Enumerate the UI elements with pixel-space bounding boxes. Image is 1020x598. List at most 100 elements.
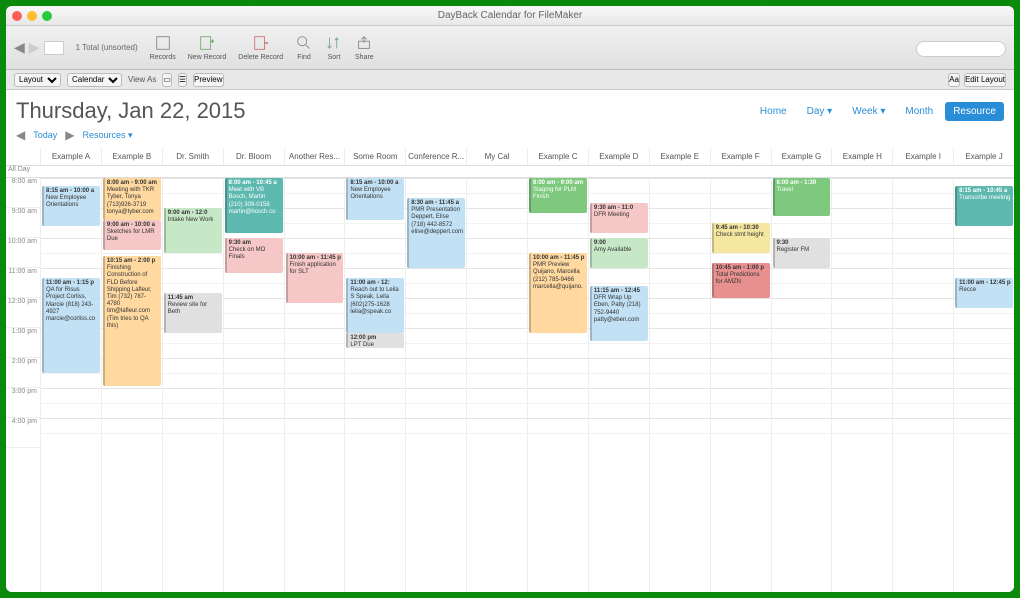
- column-header[interactable]: Example J: [953, 148, 1014, 165]
- calendar-event[interactable]: 10:15 am - 2:00 pFinishing Construction …: [103, 256, 161, 386]
- day-link[interactable]: Day ▾: [799, 102, 841, 121]
- calendar-event[interactable]: 8:00 am - 9:00 amStaging for PLM Finish: [529, 178, 587, 213]
- column-header[interactable]: Example H: [831, 148, 892, 165]
- resource-column[interactable]: 8:15 am - 10:45 aTranscribe meeting 11:00…: [953, 178, 1014, 592]
- sub-nav: ◀ Today ▶ Resources ▾: [6, 126, 1014, 148]
- calendar-event[interactable]: 12:00 pmLPT Due: [346, 333, 404, 348]
- resource-column[interactable]: [831, 178, 892, 592]
- column-header[interactable]: Example A: [40, 148, 101, 165]
- records-button[interactable]: Records: [150, 34, 176, 61]
- resource-column[interactable]: 8:00 am - 9:00 amStaging for PLM Finish 1…: [527, 178, 588, 592]
- new-record-button[interactable]: New Record: [188, 34, 227, 61]
- column-header[interactable]: Example G: [771, 148, 832, 165]
- resource-column[interactable]: 8:15 am - 10:00 aNew Employee Orientatio…: [344, 178, 405, 592]
- column-header[interactable]: Example C: [527, 148, 588, 165]
- calendar-event[interactable]: 11:15 am - 12:45DFR Wrap Up Eben, Patty …: [590, 286, 648, 341]
- next-arrow-icon[interactable]: ▶: [65, 128, 74, 142]
- column-header[interactable]: Another Res...: [284, 148, 345, 165]
- calendar-event[interactable]: 8:00 am - 1:30Travel: [773, 178, 831, 216]
- calendar-event[interactable]: 9:00 am - 12:0Intake New Work: [164, 208, 222, 253]
- preview-button[interactable]: Preview: [193, 73, 223, 87]
- resource-column[interactable]: 9:30 am - 11:0DFR Meeting 9:00Amy Availab…: [588, 178, 649, 592]
- calendar-event[interactable]: 10:00 am - 11:45 pPMR Preview Quijano, M…: [529, 253, 587, 333]
- column-header[interactable]: Example E: [649, 148, 710, 165]
- column-header[interactable]: Example B: [101, 148, 162, 165]
- column-header[interactable]: Dr. Smith: [162, 148, 223, 165]
- calendar-event[interactable]: 9:00 am - 10:00 aSketches for LMR Due: [103, 220, 161, 250]
- calendar-event[interactable]: 11:00 am - 12:45 pRecce: [955, 278, 1013, 308]
- column-header[interactable]: My Cal: [466, 148, 527, 165]
- calendar-event[interactable]: 11:00 am - 12:Reach out to Leila S Speak…: [346, 278, 404, 333]
- resource-column[interactable]: 8:00 am - 1:30Travel 9:30Register FM: [771, 178, 832, 592]
- calendar-event[interactable]: 8:00 am - 9:00 amMeeting with TKR Tyber,…: [103, 178, 161, 220]
- time-slot: 4:00 pm: [6, 418, 40, 448]
- time-slot: 10:00 am: [6, 238, 40, 268]
- sort-button[interactable]: Sort: [325, 34, 343, 61]
- app-window: DayBack Calendar for FileMaker ◀ ▶ 1 Tot…: [6, 6, 1014, 592]
- column-header[interactable]: Conference R...: [405, 148, 466, 165]
- resource-column[interactable]: 8:00 am - 10:45 aMeet with VB Bosch, Mar…: [223, 178, 284, 592]
- column-header[interactable]: Dr. Bloom: [223, 148, 284, 165]
- zoom-icon[interactable]: [42, 11, 52, 21]
- calendar-event[interactable]: 8:15 am - 10:45 aTranscribe meeting: [955, 186, 1013, 226]
- calendar-event[interactable]: 9:00Amy Available: [590, 238, 648, 268]
- record-totals: 1 Total (unsorted): [76, 43, 138, 52]
- calendar-event[interactable]: 8:15 am - 10:00 aNew Employee Orientatio…: [346, 178, 404, 220]
- sort-icon: [325, 34, 343, 52]
- view-nav: Home Day ▾ Week ▾ Month Resource: [752, 102, 1004, 121]
- formatting-button[interactable]: Aa: [948, 73, 960, 87]
- calendar-event[interactable]: 9:30 am - 11:0DFR Meeting: [590, 203, 648, 233]
- record-number-input[interactable]: [44, 41, 64, 55]
- resource-link[interactable]: Resource: [945, 102, 1004, 121]
- prev-arrow-icon[interactable]: ◀: [16, 128, 25, 142]
- resource-column[interactable]: [466, 178, 527, 592]
- calendar-grid: Example AExample BDr. SmithDr. BloomAnot…: [6, 148, 1014, 592]
- share-button[interactable]: Share: [355, 34, 374, 61]
- calendar-event[interactable]: 10:00 am - 11:45 pFinish application for…: [286, 253, 344, 303]
- titlebar: DayBack Calendar for FileMaker: [6, 6, 1014, 26]
- resource-column[interactable]: 8:00 am - 9:00 amMeeting with TKR Tyber,…: [101, 178, 162, 592]
- resource-column[interactable]: 10:00 am - 11:45 pFinish application for…: [284, 178, 345, 592]
- time-slot: 9:00 am: [6, 208, 40, 238]
- allday-label: All Day: [6, 166, 40, 177]
- calendar-event[interactable]: 8:00 am - 10:45 aMeet with VB Bosch, Mar…: [225, 178, 283, 233]
- search-input[interactable]: [916, 41, 1006, 57]
- column-header[interactable]: Example D: [588, 148, 649, 165]
- column-header[interactable]: Some Room: [344, 148, 405, 165]
- calendar-event[interactable]: 10:45 am - 1:00 pTotal Predictions for A…: [712, 263, 770, 298]
- delete-record-button[interactable]: Delete Record: [238, 34, 283, 61]
- resource-column[interactable]: 9:00 am - 12:0Intake New Work 11:45 amRev…: [162, 178, 223, 592]
- window-title: DayBack Calendar for FileMaker: [438, 10, 583, 21]
- calendar-event[interactable]: 9:30 amCheck on MO Finals: [225, 238, 283, 273]
- column-header[interactable]: Example F: [710, 148, 771, 165]
- calendar-event[interactable]: 9:45 am - 10:30Check stmt height: [712, 223, 770, 253]
- column-header[interactable]: Example I: [892, 148, 953, 165]
- calendar-select[interactable]: Calendar: [67, 73, 122, 87]
- week-link[interactable]: Week ▾: [844, 102, 893, 121]
- view-list-button[interactable]: ☰: [178, 73, 187, 87]
- time-column: 8:00 am9:00 am10:00 am11:00 am12:00 pm1:…: [6, 178, 40, 592]
- close-icon[interactable]: [12, 11, 22, 21]
- resources-dropdown[interactable]: Resources ▾: [83, 130, 133, 141]
- resource-column[interactable]: [649, 178, 710, 592]
- today-link[interactable]: Today: [33, 130, 57, 140]
- calendar-event[interactable]: 9:30Register FM: [773, 238, 831, 268]
- resource-column[interactable]: 9:45 am - 10:30Check stmt height 10:45 am…: [710, 178, 771, 592]
- calendar-event[interactable]: 11:45 amReview site for Beth: [164, 293, 222, 333]
- find-button[interactable]: Find: [295, 34, 313, 61]
- edit-layout-button[interactable]: Edit Layout: [964, 73, 1006, 87]
- calendar-event[interactable]: 8:15 am - 10:00 aNew Employee Orientatio…: [42, 186, 100, 226]
- calendar-event[interactable]: 8:30 am - 11:45 aPMR Presentation Depper…: [407, 198, 465, 268]
- home-link[interactable]: Home: [752, 102, 795, 121]
- month-link[interactable]: Month: [897, 102, 941, 121]
- time-slot: 3:00 pm: [6, 388, 40, 418]
- calendar-event[interactable]: 11:00 am - 1:15 pQA for Risus Project Co…: [42, 278, 100, 373]
- resource-column[interactable]: 8:15 am - 10:00 aNew Employee Orientatio…: [40, 178, 101, 592]
- minimize-icon[interactable]: [27, 11, 37, 21]
- resource-column[interactable]: 8:30 am - 11:45 aPMR Presentation Depper…: [405, 178, 466, 592]
- layout-select[interactable]: Layout: [14, 73, 61, 87]
- forward-icon[interactable]: ▶: [29, 39, 40, 56]
- view-form-button[interactable]: ▭: [162, 73, 172, 87]
- resource-column[interactable]: [892, 178, 953, 592]
- back-icon[interactable]: ◀: [14, 39, 25, 56]
